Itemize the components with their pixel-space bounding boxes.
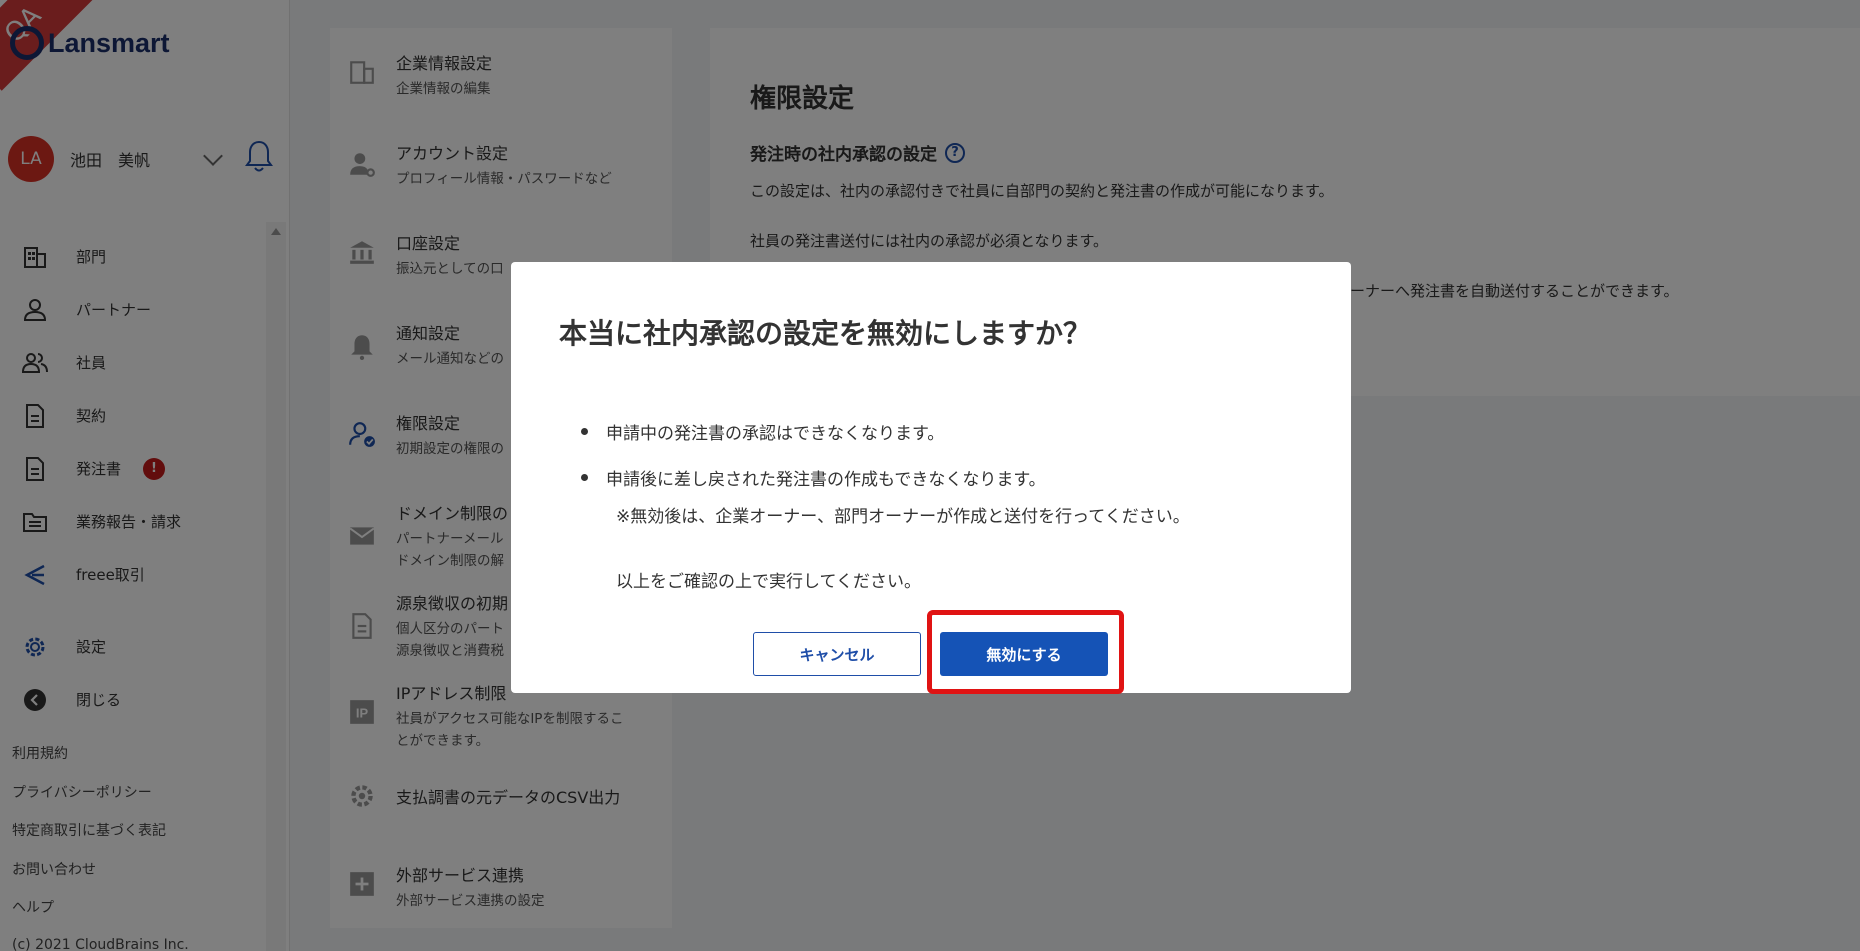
cancel-button[interactable]: キャンセル	[753, 632, 921, 676]
list-item: 申請中の発注書の承認はできなくなります。	[581, 408, 1046, 454]
dialog-title: 本当に社内承認の設定を無効にしますか？	[559, 317, 1092, 350]
bullet-dot	[581, 473, 588, 481]
bullet-dot	[581, 427, 588, 435]
list-item-text: 申請後に差し戻された発注書の作成もできなくなります。	[606, 469, 1046, 490]
confirm-dialog: 本当に社内承認の設定を無効にしますか？ 申請中の発注書の承認はできなくなります。…	[511, 262, 1351, 694]
list-item: 申請後に差し戻された発注書の作成もできなくなります。	[581, 454, 1046, 500]
dialog-bullet-list: 申請中の発注書の承認はできなくなります。 申請後に差し戻された発注書の作成もでき…	[581, 408, 1046, 500]
dialog-confirm-text: 以上をご確認の上で実行してください。	[616, 572, 921, 592]
list-item-text: 申請中の発注書の承認はできなくなります。	[606, 423, 945, 444]
dialog-note: ※無効後は、企業オーナー、部門オーナーが作成と送付を行ってください。	[616, 507, 1190, 527]
disable-button[interactable]: 無効にする	[940, 632, 1108, 676]
